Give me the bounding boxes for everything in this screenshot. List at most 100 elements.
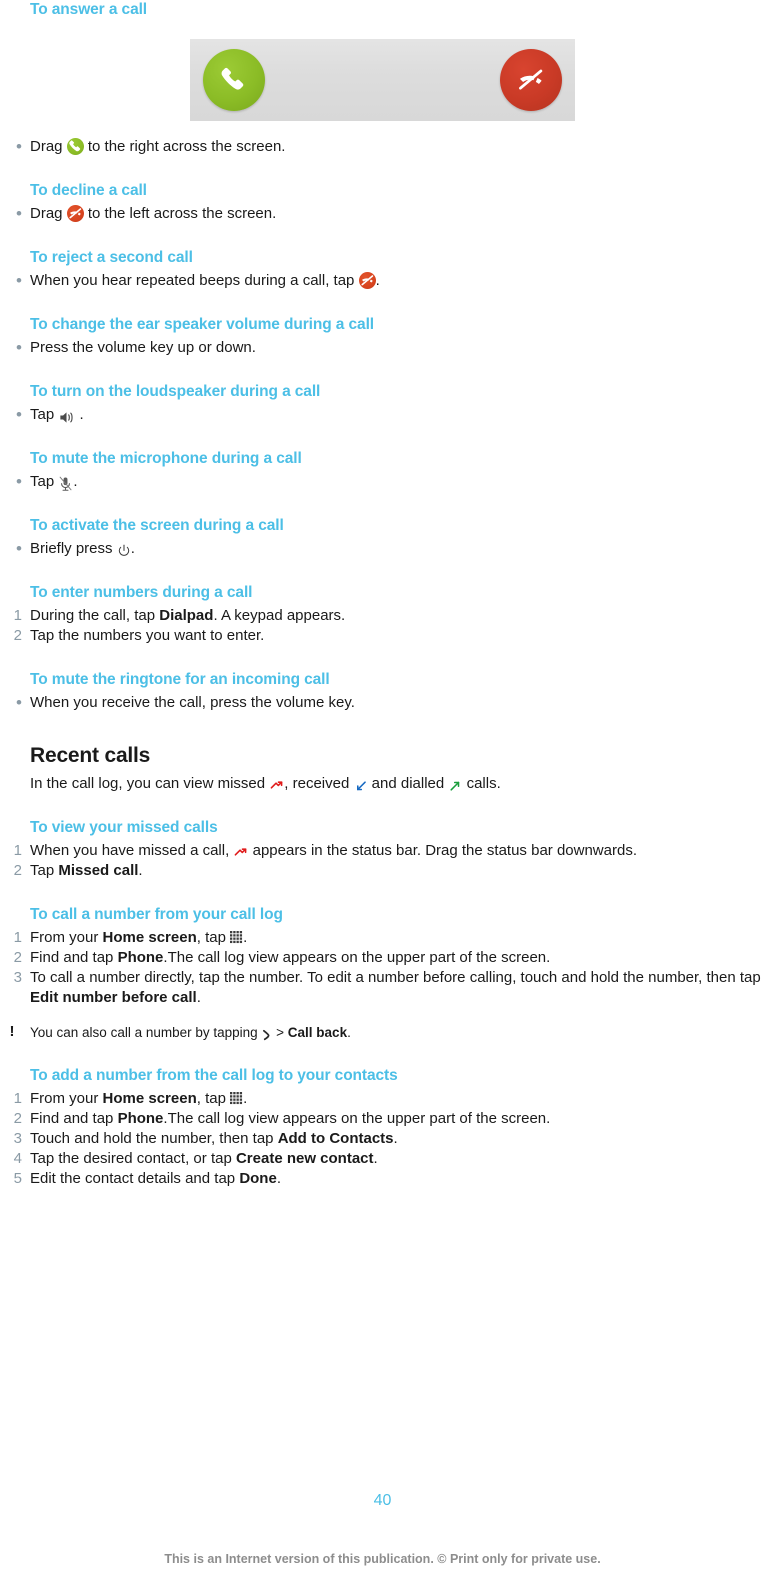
page-content: • Drag to the right across the screen. To … — [0, 137, 765, 1189]
recent-calls-intro: In the call log, you can view missed , r… — [30, 775, 501, 794]
list-item-text: Find and tap Phone.The call log view app… — [30, 1110, 551, 1127]
decline-call-button[interactable] — [500, 49, 562, 111]
list-item-text: Tap Missed call. — [30, 862, 143, 879]
step-list: 1 When you have missed a call, appears in… — [0, 841, 765, 881]
ui-term: Add to Contacts — [277, 1130, 394, 1147]
list-marker: 2 — [13, 1110, 22, 1127]
decline-call-icon — [358, 272, 376, 289]
section-heading: Recent calls — [30, 744, 151, 767]
answer-call-button[interactable] — [203, 49, 265, 111]
page-number: 40 — [373, 1492, 392, 1509]
list-marker: • — [16, 539, 22, 558]
list-item: 1 During the call, tap Dialpad. A keypad … — [0, 606, 765, 626]
app-grid-icon — [230, 1092, 243, 1105]
step-list: 1 From your Home screen, tap . 2 Find and t… — [0, 1089, 765, 1189]
procedure-heading: To add a number from the call log to you… — [30, 1067, 398, 1084]
copyright-notice: This is an Internet version of this publ… — [164, 1552, 601, 1566]
decline-call-icon — [66, 205, 84, 222]
procedure-heading: To decline a call — [30, 182, 147, 199]
list-item: 5 Edit the contact details and tap Done. — [0, 1169, 765, 1189]
procedure-heading: To mute the microphone during a call — [30, 450, 302, 467]
list-item-text: Tap the numbers you want to enter. — [30, 627, 265, 644]
list-item-text: From your Home screen, tap . — [30, 1090, 248, 1107]
list-marker: • — [16, 137, 22, 156]
power-icon — [117, 544, 131, 558]
list-item: 2 Tap Missed call. — [0, 861, 765, 881]
list-marker: • — [16, 405, 22, 424]
list-marker: 2 — [13, 862, 22, 879]
ui-term: Done — [239, 1170, 277, 1187]
step-list: 1 From your Home screen, tap . 2 Find and t… — [0, 928, 765, 1008]
list-item-text: Find and tap Phone.The call log view app… — [30, 949, 551, 966]
list-item-text: Drag to the right across the screen. — [30, 138, 286, 155]
procedure-heading: To mute the ringtone for an incoming cal… — [30, 671, 330, 688]
list-marker: 3 — [13, 1130, 22, 1147]
app-grid-icon — [230, 931, 243, 944]
list-item: 1 From your Home screen, tap . — [0, 928, 765, 948]
list-marker: 1 — [13, 929, 22, 946]
list-item-text: From your Home screen, tap . — [30, 929, 248, 946]
list-item: • Tap . — [0, 472, 765, 492]
list-item-text: When you have missed a call, appears in … — [30, 842, 637, 859]
missed-call-arrow-icon — [269, 779, 284, 794]
ui-term: Home screen — [102, 1090, 197, 1107]
step-list: • Tap . — [0, 405, 765, 425]
list-item: 3 Touch and hold the number, then tap Add… — [0, 1129, 765, 1149]
procedure-heading: To enter numbers during a call — [30, 584, 253, 601]
list-marker: 2 — [13, 627, 22, 644]
tip-marker-icon: ! — [9, 1023, 15, 1040]
microphone-mute-icon — [58, 476, 73, 492]
list-marker: • — [16, 693, 22, 712]
procedure-heading: To view your missed calls — [30, 819, 218, 836]
step-list: • Drag to the right across the screen. — [0, 137, 765, 157]
list-item: • Briefly press . — [0, 539, 765, 559]
list-item-text: When you hear repeated beeps during a ca… — [30, 272, 380, 289]
list-item-text: When you receive the call, press the vol… — [30, 694, 355, 711]
list-marker: 4 — [13, 1150, 22, 1167]
list-item: 2 Tap the numbers you want to enter. — [0, 626, 765, 646]
list-marker: 2 — [13, 949, 22, 966]
list-marker: 3 — [13, 969, 22, 986]
list-item: 2 Find and tap Phone.The call log view ap… — [0, 1109, 765, 1129]
ui-term: Missed call — [58, 862, 139, 879]
list-marker: 5 — [13, 1170, 22, 1187]
procedure-heading: To call a number from your call log — [30, 906, 283, 923]
list-marker: 1 — [13, 842, 22, 859]
list-item: 1 When you have missed a call, appears in… — [0, 841, 765, 861]
chevron-right-icon — [261, 1028, 272, 1042]
list-item: 1 From your Home screen, tap . — [0, 1089, 765, 1109]
list-item: 3 To call a number directly, tap the numb… — [0, 968, 765, 1008]
list-marker: • — [16, 338, 22, 357]
ui-term: Call back — [287, 1025, 348, 1040]
procedure-heading: To turn on the loudspeaker during a call — [30, 383, 321, 400]
step-list: • Briefly press . — [0, 539, 765, 559]
procedure-heading: To reject a second call — [30, 249, 193, 266]
procedure-heading: To answer a call — [30, 1, 147, 18]
list-item-text: Tap the desired contact, or tap Create n… — [30, 1150, 378, 1167]
list-item: 2 Find and tap Phone.The call log view ap… — [0, 948, 765, 968]
received-call-arrow-icon — [354, 779, 368, 793]
step-list: • Press the volume key up or down. — [0, 338, 765, 358]
procedure-heading: To activate the screen during a call — [30, 517, 284, 534]
step-list: • Tap . — [0, 472, 765, 492]
list-item: • Drag to the left across the screen. — [0, 204, 765, 224]
list-item: • When you hear repeated beeps during a c… — [0, 271, 765, 291]
procedure-heading: To change the ear speaker volume during … — [30, 316, 374, 333]
list-marker: • — [16, 204, 22, 223]
list-item: • Drag to the right across the screen. — [0, 137, 765, 157]
step-list: 1 During the call, tap Dialpad. A keypad … — [0, 606, 765, 646]
ui-term: Phone — [117, 949, 164, 966]
dialled-call-arrow-icon — [448, 779, 462, 793]
list-marker: • — [16, 271, 22, 290]
list-marker: 1 — [13, 1090, 22, 1107]
loudspeaker-icon — [58, 410, 75, 425]
